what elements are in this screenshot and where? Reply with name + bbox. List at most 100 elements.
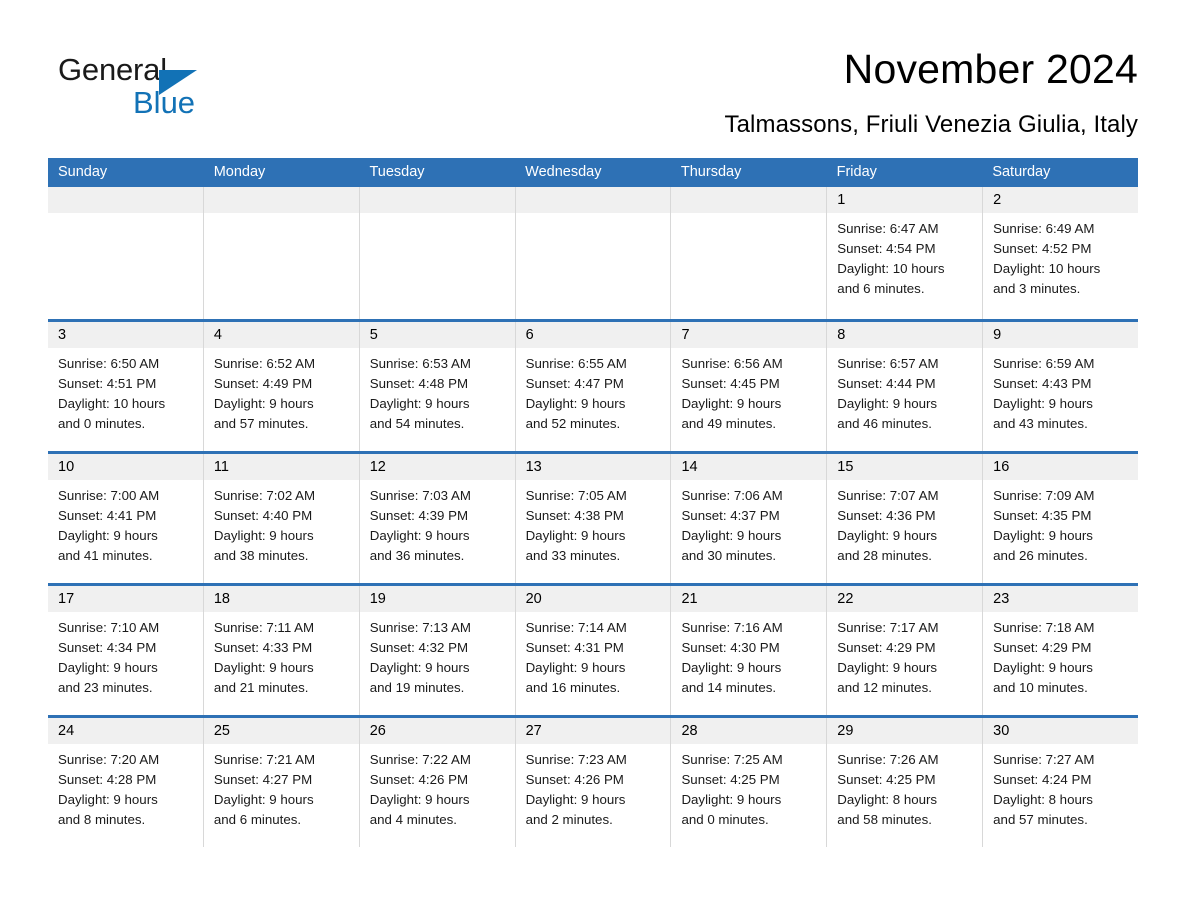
sunrise-time: Sunrise: 7:18 AM	[993, 620, 1095, 635]
day-number	[671, 187, 827, 213]
daylight-duration-line1: Daylight: 9 hours	[525, 660, 626, 675]
calendar-weeks: 1 Sunrise: 6:47 AM Sunset: 4:54 PM Daylight…	[48, 187, 1139, 847]
day-cell[interactable]: 8 Sunrise: 6:57 AM Sunset: 4:44 PM Daylight…	[827, 322, 984, 451]
day-cell[interactable]: 15 Sunrise: 7:07 AM Sunset: 4:36 PM Dayligh…	[827, 454, 984, 583]
day-cell[interactable]: 3 Sunrise: 6:50 AM Sunset: 4:51 PM Daylight…	[48, 322, 204, 451]
day-details: Sunrise: 7:23 AM Sunset: 4:26 PM Daylight:…	[516, 744, 671, 830]
day-details: Sunrise: 7:10 AM Sunset: 4:34 PM Daylight:…	[48, 612, 203, 698]
day-cell[interactable]: 16 Sunrise: 7:09 AM Sunset: 4:35 PM Dayligh…	[983, 454, 1139, 583]
day-cell[interactable]: 7 Sunrise: 6:56 AM Sunset: 4:45 PM Daylight…	[671, 322, 828, 451]
daylight-duration-line2: and 4 minutes.	[369, 812, 457, 827]
day-cell[interactable]: 17 Sunrise: 7:10 AM Sunset: 4:34 PM Dayligh…	[48, 586, 204, 715]
day-number: 26	[359, 718, 515, 744]
daylight-duration-line1: Daylight: 9 hours	[681, 792, 782, 807]
day-cell[interactable]: 25 Sunrise: 7:21 AM Sunset: 4:27 PM Dayligh…	[203, 718, 360, 847]
logo-text-blue: Blue	[133, 85, 196, 120]
day-cell[interactable]: 22 Sunrise: 7:17 AM Sunset: 4:29 PM Dayligh…	[827, 586, 984, 715]
day-number: 14	[671, 454, 827, 480]
sunset-time: Sunset: 4:28 PM	[58, 772, 157, 787]
day-number: 1	[827, 187, 983, 213]
day-number: 25	[203, 718, 359, 744]
daylight-duration-line1: Daylight: 9 hours	[213, 660, 314, 675]
daylight-duration-line2: and 21 minutes.	[213, 680, 309, 695]
day-number: 11	[203, 454, 359, 480]
day-cell[interactable]: 2 Sunrise: 6:49 AM Sunset: 4:52 PM Daylight…	[983, 187, 1139, 319]
day-cell[interactable]: 10 Sunrise: 7:00 AM Sunset: 4:41 PM Dayligh…	[48, 454, 204, 583]
day-number: 12	[359, 454, 515, 480]
page-header: General Blue November 2024 Talmassons, F…	[48, 44, 1138, 144]
sunrise-time: Sunrise: 7:26 AM	[837, 752, 939, 767]
day-details: Sunrise: 6:49 AM Sunset: 4:52 PM Daylight:…	[983, 213, 1138, 299]
sunset-time: Sunset: 4:33 PM	[213, 640, 313, 655]
daylight-duration-line2: and 41 minutes.	[58, 548, 153, 563]
day-cell[interactable]: 27 Sunrise: 7:23 AM Sunset: 4:26 PM Dayligh…	[515, 718, 672, 847]
day-details: Sunrise: 7:27 AM Sunset: 4:24 PM Daylight:…	[983, 744, 1138, 830]
sunset-time: Sunset: 4:45 PM	[681, 376, 780, 391]
daylight-duration-line1: Daylight: 9 hours	[681, 660, 782, 675]
daylight-duration-line1: Daylight: 10 hours	[993, 261, 1101, 276]
daylight-duration-line1: Daylight: 9 hours	[213, 792, 314, 807]
weekday-header-tuesday: Tuesday	[369, 164, 425, 180]
day-cell[interactable]: 14 Sunrise: 7:06 AM Sunset: 4:37 PM Dayligh…	[671, 454, 828, 583]
calendar-page: General Blue November 2024 Talmassons, F…	[0, 0, 1188, 918]
daylight-duration-line2: and 0 minutes.	[681, 812, 769, 827]
daylight-duration-line2: and 36 minutes.	[369, 548, 465, 563]
daylight-duration-line2: and 2 minutes.	[525, 812, 613, 827]
sunset-time: Sunset: 4:41 PM	[58, 508, 157, 523]
sunset-time: Sunset: 4:43 PM	[993, 376, 1092, 391]
day-details: Sunrise: 6:56 AM Sunset: 4:45 PM Daylight:…	[671, 348, 826, 434]
calendar-week-row: 17 Sunrise: 7:10 AM Sunset: 4:34 PM Dayligh…	[48, 583, 1139, 715]
day-cell[interactable]: 5 Sunrise: 6:53 AM Sunset: 4:48 PM Daylight…	[359, 322, 516, 451]
day-number: 22	[827, 586, 983, 612]
sunrise-time: Sunrise: 7:17 AM	[837, 620, 939, 635]
day-cell[interactable]: 12 Sunrise: 7:03 AM Sunset: 4:39 PM Dayligh…	[359, 454, 516, 583]
sunrise-time: Sunrise: 6:49 AM	[993, 221, 1095, 236]
day-cell[interactable]: 4 Sunrise: 6:52 AM Sunset: 4:49 PM Daylight…	[203, 322, 360, 451]
daylight-duration-line1: Daylight: 9 hours	[369, 792, 470, 807]
day-cell[interactable]: 1 Sunrise: 6:47 AM Sunset: 4:54 PM Daylight…	[827, 187, 984, 319]
sunrise-time: Sunrise: 7:05 AM	[525, 488, 627, 503]
sunrise-time: Sunrise: 6:57 AM	[837, 356, 939, 371]
daylight-duration-line2: and 12 minutes.	[837, 680, 932, 695]
day-details: Sunrise: 7:03 AM Sunset: 4:39 PM Daylight:…	[360, 480, 515, 566]
sunset-time: Sunset: 4:24 PM	[993, 772, 1092, 787]
sunset-time: Sunset: 4:25 PM	[681, 772, 780, 787]
day-cell[interactable]: 28 Sunrise: 7:25 AM Sunset: 4:25 PM Dayligh…	[671, 718, 828, 847]
day-number: 30	[983, 718, 1139, 744]
day-cell[interactable]: 13 Sunrise: 7:05 AM Sunset: 4:38 PM Dayligh…	[515, 454, 672, 583]
day-details: Sunrise: 7:18 AM Sunset: 4:29 PM Daylight:…	[983, 612, 1138, 698]
day-details: Sunrise: 6:47 AM Sunset: 4:54 PM Daylight:…	[827, 213, 982, 299]
day-cell[interactable]: 20 Sunrise: 7:14 AM Sunset: 4:31 PM Dayligh…	[515, 586, 672, 715]
page-title: November 2024	[843, 46, 1138, 92]
day-number: 16	[983, 454, 1139, 480]
day-cell[interactable]: 21 Sunrise: 7:16 AM Sunset: 4:30 PM Dayligh…	[671, 586, 828, 715]
day-number: 3	[48, 322, 203, 348]
weekday-header-monday: Monday	[213, 164, 266, 180]
daylight-duration-line1: Daylight: 9 hours	[58, 528, 158, 543]
sunset-time: Sunset: 4:34 PM	[58, 640, 157, 655]
day-cell[interactable]: 23 Sunrise: 7:18 AM Sunset: 4:29 PM Dayligh…	[983, 586, 1139, 715]
day-cell[interactable]: 19 Sunrise: 7:13 AM Sunset: 4:32 PM Dayligh…	[359, 586, 516, 715]
daylight-duration-line1: Daylight: 9 hours	[369, 396, 470, 411]
sunrise-time: Sunrise: 7:27 AM	[993, 752, 1095, 767]
day-cell[interactable]: 26 Sunrise: 7:22 AM Sunset: 4:26 PM Dayligh…	[359, 718, 516, 847]
day-cell[interactable]: 9 Sunrise: 6:59 AM Sunset: 4:43 PM Daylight…	[983, 322, 1139, 451]
daylight-duration-line2: and 10 minutes.	[993, 680, 1088, 695]
daylight-duration-line2: and 16 minutes.	[525, 680, 621, 695]
day-cell[interactable]: 18 Sunrise: 7:11 AM Sunset: 4:33 PM Dayligh…	[203, 586, 360, 715]
day-cell[interactable]: 24 Sunrise: 7:20 AM Sunset: 4:28 PM Dayligh…	[48, 718, 204, 847]
sunrise-time: Sunrise: 6:50 AM	[58, 356, 160, 371]
day-cell[interactable]: 6 Sunrise: 6:55 AM Sunset: 4:47 PM Daylight…	[515, 322, 672, 451]
daylight-duration-line2: and 57 minutes.	[993, 812, 1088, 827]
weekday-header-thursday: Thursday	[680, 164, 742, 180]
day-number: 17	[48, 586, 203, 612]
day-number: 15	[827, 454, 983, 480]
day-cell[interactable]: 11 Sunrise: 7:02 AM Sunset: 4:40 PM Dayligh…	[203, 454, 360, 583]
day-cell[interactable]: 29 Sunrise: 7:26 AM Sunset: 4:25 PM Dayligh…	[827, 718, 984, 847]
daylight-duration-line1: Daylight: 10 hours	[58, 396, 166, 411]
day-details: Sunrise: 7:00 AM Sunset: 4:41 PM Daylight:…	[48, 480, 203, 566]
day-cell[interactable]: 30 Sunrise: 7:27 AM Sunset: 4:24 PM Dayligh…	[983, 718, 1139, 847]
daylight-duration-line1: Daylight: 9 hours	[369, 660, 470, 675]
day-details: Sunrise: 6:59 AM Sunset: 4:43 PM Daylight:…	[983, 348, 1138, 434]
day-details: Sunrise: 6:57 AM Sunset: 4:44 PM Daylight:…	[827, 348, 982, 434]
